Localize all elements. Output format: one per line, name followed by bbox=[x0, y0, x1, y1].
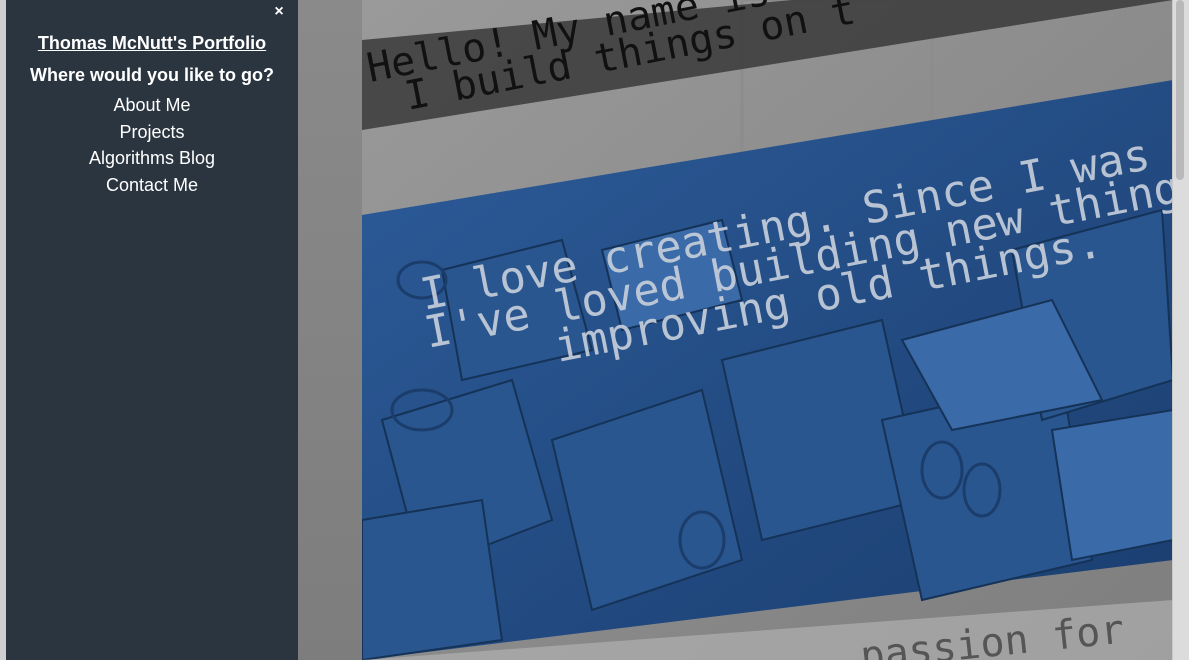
nav-link-contact-me[interactable]: Contact Me bbox=[6, 172, 298, 199]
browser-viewport: Hello! My name is I build things on t I … bbox=[0, 0, 1189, 660]
side-navigation: × Thomas McNutt's Portfolio Where would … bbox=[6, 0, 298, 660]
nav-title: Thomas McNutt's Portfolio bbox=[37, 33, 267, 53]
nav-links: About Me Projects Algorithms Blog Contac… bbox=[6, 92, 298, 198]
close-nav-button[interactable]: × bbox=[270, 3, 288, 21]
nav-prompt: Where would you like to go? bbox=[29, 65, 274, 85]
nav-link-projects[interactable]: Projects bbox=[6, 119, 298, 146]
vertical-scrollbar[interactable] bbox=[1172, 0, 1189, 660]
nav-link-about-me[interactable]: About Me bbox=[6, 92, 298, 119]
scrollbar-thumb[interactable] bbox=[1176, 0, 1184, 180]
nav-link-algorithms-blog[interactable]: Algorithms Blog bbox=[6, 145, 298, 172]
